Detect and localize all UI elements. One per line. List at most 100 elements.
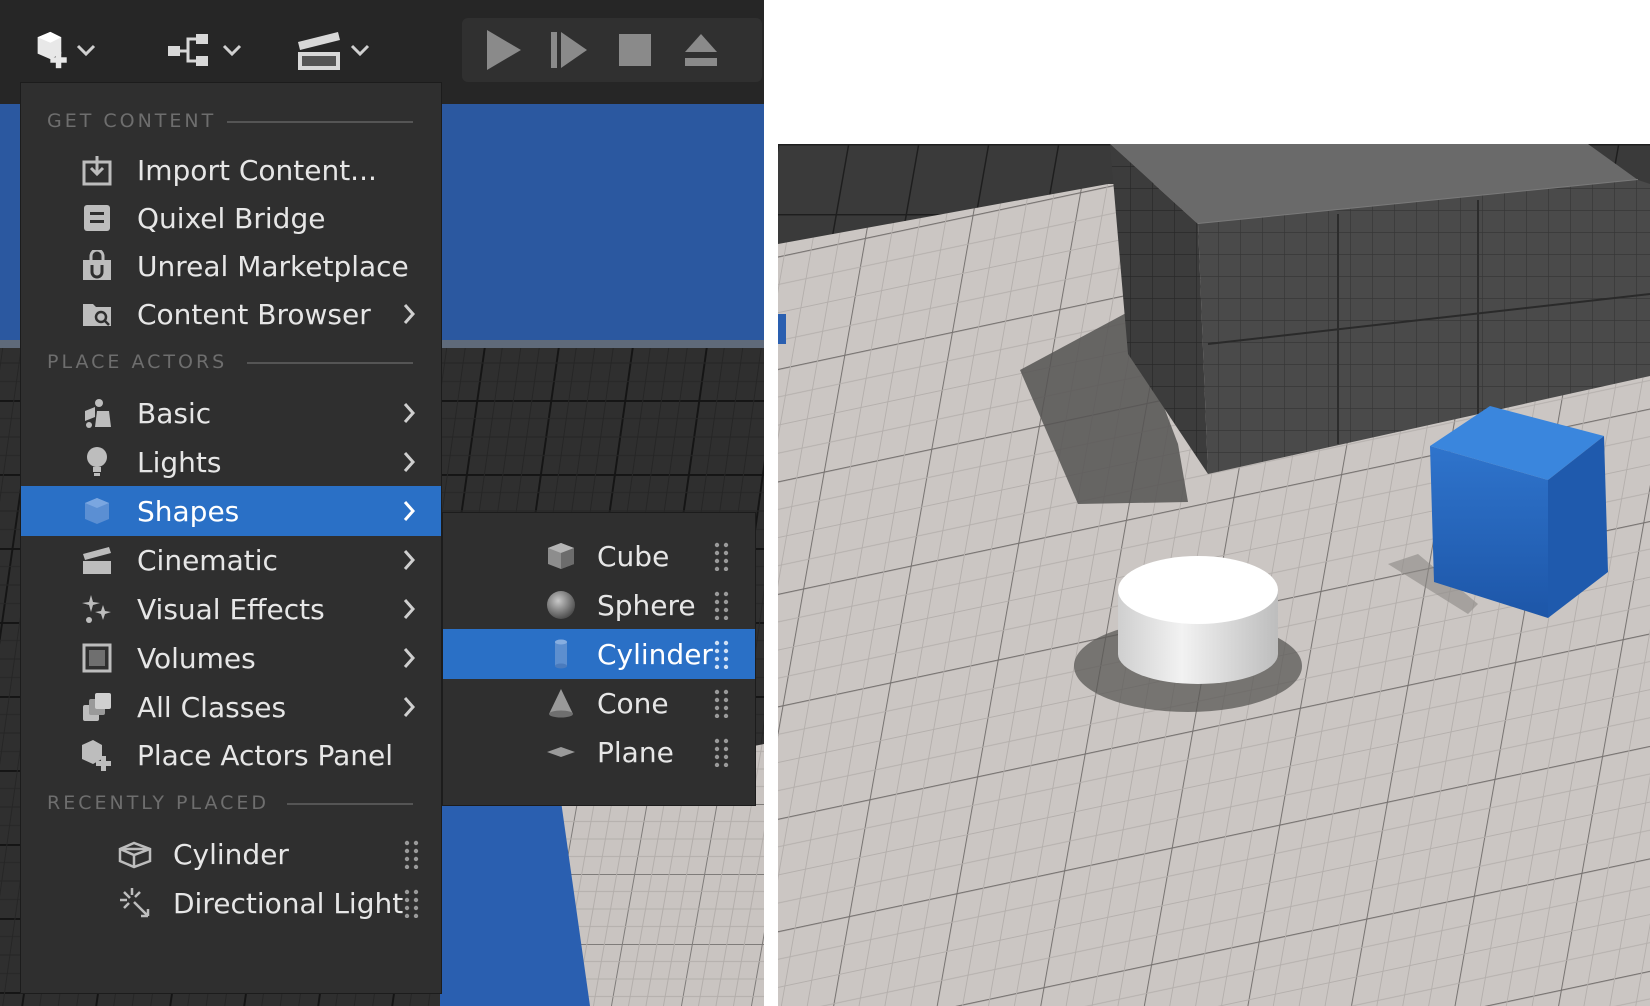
eject-button[interactable] [676,25,726,75]
menu-item-label: Shapes [137,494,240,528]
chevron-right-icon [399,496,419,526]
shape-item-plane[interactable]: Plane [443,727,755,777]
chevron-right-icon [399,447,419,477]
light-bulb-icon [79,444,115,480]
cinematics-icon [292,30,348,70]
shape-item-cone[interactable]: Cone [443,678,755,728]
cylinder-icon [117,836,153,872]
chevron-right-icon [399,643,419,673]
blueprint-dropdown[interactable] [164,28,244,72]
sphere-icon [543,587,579,623]
add-content-menu: GET CONTENT Import Content... Quixel Bri… [20,82,442,994]
shape-item-cube[interactable]: Cube [443,531,755,581]
recent-item-cylinder[interactable]: Cylinder [21,829,441,879]
folder-icon [79,296,115,332]
cylinder-icon [543,636,579,672]
menu-item-label: Import Content... [137,153,377,187]
marketplace-icon [79,248,115,284]
stop-button[interactable] [610,25,660,75]
add-content-icon [34,30,74,70]
cinematic-icon [79,542,115,578]
menu-item-label: All Classes [137,690,287,724]
menu-item-import-content[interactable]: Import Content... [21,145,441,195]
chevron-down-icon [220,38,244,62]
scene-viewport[interactable] [778,144,1650,1006]
menu-item-label: Cinematic [137,543,278,577]
cube-icon [543,538,579,574]
menu-item-visual-effects[interactable]: Visual Effects [21,584,441,634]
drag-handle-icon[interactable] [403,839,421,870]
volumes-icon [79,640,115,676]
stop-icon [619,34,651,66]
chevron-right-icon [399,692,419,722]
shapes-submenu: Cube Sphere Cylinder Cone Plane [442,512,756,806]
menu-item-label: Cylinder [173,837,289,871]
menu-item-place-actors-panel[interactable]: Place Actors Panel [21,730,441,780]
cinematics-dropdown[interactable] [292,28,372,72]
chevron-right-icon [399,398,419,428]
bridge-icon [79,200,115,236]
menu-item-label: Unreal Marketplace [137,249,409,283]
directional-light-icon [117,885,153,921]
drag-handle-icon[interactable] [403,888,421,919]
advance-frame-button[interactable] [544,25,594,75]
chevron-down-icon [74,38,98,62]
shape-item-label: Cube [597,539,670,573]
menu-item-lights[interactable]: Lights [21,437,441,487]
menu-item-content-browser[interactable]: Content Browser [21,289,441,339]
place-actors-icon [79,737,115,773]
section-divider [287,803,413,805]
visual-effects-icon [79,591,115,627]
recent-item-directional-light[interactable]: Directional Light [21,878,441,928]
section-divider [247,362,413,364]
chevron-right-icon [399,594,419,624]
unreal-editor-panel: GET CONTENT Import Content... Quixel Bri… [0,0,764,1006]
basic-actors-icon [79,395,115,431]
menu-item-label: Basic [137,396,212,430]
advance-frame-icon [551,32,587,68]
drag-handle-icon[interactable] [713,737,731,768]
shapes-icon [79,493,115,529]
menu-item-unreal-marketplace[interactable]: Unreal Marketplace [21,241,441,291]
menu-item-cinematic[interactable]: Cinematic [21,535,441,585]
section-header-place-actors: PLACE ACTORS [47,351,228,373]
menu-item-volumes[interactable]: Volumes [21,633,441,683]
menu-item-label: Quixel Bridge [137,201,326,235]
all-classes-icon [79,689,115,725]
menu-item-quixel-bridge[interactable]: Quixel Bridge [21,193,441,243]
drag-handle-icon[interactable] [713,688,731,719]
menu-item-label: Volumes [137,641,256,675]
shape-item-label: Cylinder [597,637,713,671]
drag-handle-icon[interactable] [713,639,731,670]
chevron-down-icon [348,38,372,62]
menu-item-label: Content Browser [137,297,371,331]
play-controls [462,18,762,82]
plane-icon [543,734,579,770]
import-icon [79,152,115,188]
section-header-get-content: GET CONTENT [47,110,217,132]
shape-item-cylinder[interactable]: Cylinder [443,629,755,679]
drag-handle-icon[interactable] [713,541,731,572]
eject-icon [685,34,717,66]
menu-item-label: Lights [137,445,222,479]
menu-item-label: Visual Effects [137,592,325,626]
shape-item-label: Cone [597,686,669,720]
play-icon [487,30,521,70]
section-divider [227,121,413,123]
shape-item-sphere[interactable]: Sphere [443,580,755,630]
chevron-right-icon [399,299,419,329]
blueprint-icon [164,30,220,70]
drag-handle-icon[interactable] [713,590,731,621]
chevron-right-icon [399,545,419,575]
add-content-dropdown[interactable] [34,28,98,72]
section-header-recently-placed: RECENTLY PLACED [47,792,270,814]
cone-icon [543,685,579,721]
menu-item-basic[interactable]: Basic [21,388,441,438]
shape-item-label: Plane [597,735,674,769]
menu-item-all-classes[interactable]: All Classes [21,682,441,732]
menu-item-label: Directional Light [173,886,404,920]
menu-item-shapes[interactable]: Shapes [21,486,441,536]
menu-item-label: Place Actors Panel [137,738,394,772]
shape-item-label: Sphere [597,588,696,622]
play-button[interactable] [478,25,528,75]
